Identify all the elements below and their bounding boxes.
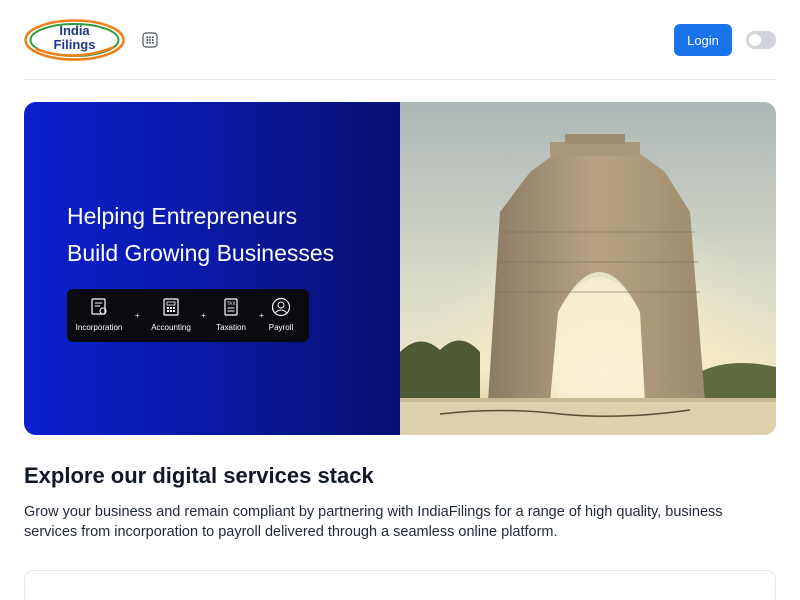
- theme-toggle[interactable]: [746, 31, 776, 49]
- service-payroll: Payroll: [253, 297, 309, 332]
- logo-text: India Filings: [24, 24, 125, 52]
- ledger-icon: [163, 298, 179, 316]
- hero-title-line-2: Build Growing Businesses: [67, 240, 335, 266]
- service-incorporation: Incorporation: [71, 297, 127, 332]
- service-taxation: TAX Taxation: [203, 297, 259, 332]
- hero-title: Helping Entrepreneurs Build Growing Busi…: [67, 198, 387, 272]
- employee-icon: [271, 297, 291, 317]
- service-label: Payroll: [268, 323, 294, 332]
- logo-line-india: India: [59, 23, 90, 38]
- toggle-knob: [749, 34, 761, 46]
- service-accounting: Accounting: [143, 297, 199, 332]
- service-label: Incorporation: [75, 323, 123, 332]
- certificate-icon: [91, 298, 107, 315]
- hero-text-panel: Helping Entrepreneurs Build Growing Busi…: [24, 102, 400, 435]
- indiafilings-logo[interactable]: India Filings: [24, 19, 125, 61]
- plus-separator: +: [135, 311, 140, 320]
- svg-text:TAX: TAX: [226, 301, 236, 307]
- service-card[interactable]: [24, 570, 776, 600]
- logo-line-filings: Filings: [53, 37, 96, 52]
- service-label: Taxation: [216, 323, 246, 332]
- service-label: Accounting: [151, 323, 191, 332]
- section-title: Explore our digital services stack: [24, 463, 374, 488]
- hero-banner[interactable]: Helping Entrepreneurs Build Growing Busi…: [24, 102, 776, 435]
- login-button[interactable]: Login: [674, 24, 732, 56]
- india-gate-photo: [400, 102, 776, 435]
- hero-title-line-1: Helping Entrepreneurs: [67, 203, 298, 229]
- services-strip: Incorporation + Accounting + TAX Taxatio…: [67, 289, 309, 342]
- site-header: India Filings Login: [24, 0, 776, 80]
- tax-document-icon: TAX: [224, 298, 238, 316]
- grid-apps-icon[interactable]: [142, 32, 158, 48]
- section-description: Grow your business and remain compliant …: [24, 504, 723, 540]
